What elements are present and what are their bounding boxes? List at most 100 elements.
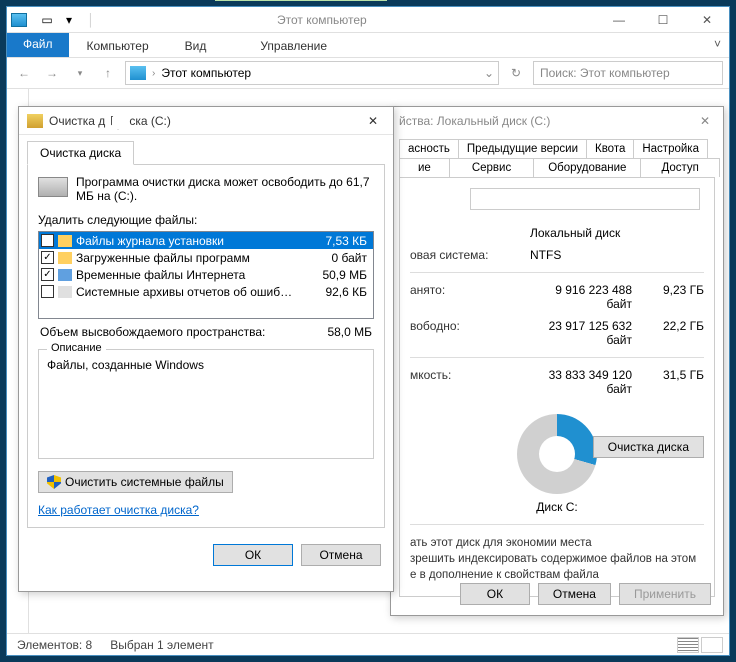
list-item[interactable]: ✓ Временные файлы Интернета 50,9 МБ bbox=[39, 266, 373, 283]
view-icons-button[interactable] bbox=[701, 637, 723, 653]
ok-button[interactable]: ОК bbox=[460, 583, 530, 605]
volume-name-input[interactable] bbox=[470, 188, 700, 210]
cap-bytes: 33 833 349 120 байт bbox=[530, 368, 644, 396]
shield-icon bbox=[47, 475, 61, 489]
quick-access-toolbar: ▭ ▾ │ bbox=[31, 10, 107, 30]
status-item-count: Элементов: 8 bbox=[17, 638, 92, 652]
fs-value: NTFS bbox=[530, 248, 704, 262]
list-item[interactable]: Файлы журнала установки 7,53 КБ bbox=[39, 232, 373, 249]
dialog-title: Очистка д ска (C:) ✕ bbox=[19, 107, 393, 135]
files-list[interactable]: Файлы журнала установки 7,53 КБ✓Загруженн… bbox=[38, 231, 374, 319]
checkbox[interactable]: ✓ bbox=[41, 251, 54, 264]
title-text-1: Очистка д bbox=[49, 114, 105, 128]
tab-file[interactable]: Файл bbox=[7, 33, 69, 57]
tab-cleanup[interactable]: Очистка диска bbox=[27, 141, 134, 165]
maximize-button[interactable]: ☐ bbox=[641, 7, 685, 33]
cursor-icon bbox=[111, 116, 123, 130]
clean-system-files-button[interactable]: Очистить системные файлы bbox=[38, 471, 233, 493]
search-input[interactable]: Поиск: Этот компьютер bbox=[533, 61, 723, 85]
fs-label: овая система: bbox=[410, 248, 530, 262]
breadcrumb[interactable]: Этот компьютер bbox=[161, 66, 251, 80]
drive-type: Локальный диск bbox=[530, 226, 704, 240]
view-details-button[interactable] bbox=[677, 637, 699, 653]
disk-cleanup-dialog: Очистка д ска (C:) ✕ Очистка диска Програ… bbox=[18, 106, 394, 592]
free-label: вободно: bbox=[410, 319, 530, 347]
ok-button[interactable]: ОК bbox=[213, 544, 293, 566]
minimize-button[interactable]: — bbox=[597, 7, 641, 33]
window-title: Этот компьютер bbox=[107, 13, 597, 27]
forward-button[interactable]: → bbox=[41, 62, 63, 84]
property-tabs: асность Предыдущие версии Квота Настройк… bbox=[391, 135, 723, 177]
file-name: Файлы журнала установки bbox=[76, 234, 307, 248]
qat-separator: │ bbox=[81, 10, 101, 30]
cap-gb: 31,5 ГБ bbox=[644, 368, 704, 396]
context-tab-group: Средства работы с дисками bbox=[215, 0, 387, 1]
tab-sharing[interactable]: Доступ bbox=[641, 158, 719, 177]
file-size: 50,9 МБ bbox=[311, 268, 371, 282]
description-group: Описание Файлы, созданные Windows bbox=[38, 349, 374, 459]
properties-dialog: йства: Локальный диск (C:) ✕ асность Пре… bbox=[390, 106, 724, 616]
disk-label: Диск C: bbox=[410, 500, 704, 514]
used-label: анято: bbox=[410, 283, 530, 311]
cancel-button[interactable]: Отмена bbox=[538, 583, 611, 605]
recent-dropdown[interactable]: ▾ bbox=[69, 62, 91, 84]
checkbox[interactable] bbox=[41, 234, 54, 247]
cancel-button[interactable]: Отмена bbox=[301, 544, 381, 566]
index-hint-2: е в дополнение к свойствам файла bbox=[410, 567, 704, 583]
cap-label: мкость: bbox=[410, 368, 530, 396]
file-icon bbox=[58, 252, 72, 264]
window-controls: — ☐ ✕ bbox=[597, 7, 729, 33]
file-icon bbox=[58, 235, 72, 247]
delete-files-label: Удалить следующие файлы: bbox=[38, 213, 374, 227]
list-item[interactable]: Системные архивы отчетов об ошиб…92,6 КБ bbox=[39, 283, 373, 300]
drive-icon bbox=[38, 177, 68, 197]
file-name: Временные файлы Интернета bbox=[76, 268, 307, 282]
tab-customize[interactable]: Настройка bbox=[634, 139, 708, 158]
up-button[interactable]: ↑ bbox=[97, 62, 119, 84]
tab-panel-general: Локальный диск овая система:NTFS анято:9… bbox=[399, 177, 715, 597]
total-value: 58,0 МБ bbox=[327, 325, 372, 339]
cleanup-icon bbox=[27, 114, 43, 128]
disk-cleanup-button[interactable]: Очистка диска bbox=[593, 436, 704, 458]
tab-computer[interactable]: Компьютер bbox=[69, 35, 167, 57]
how-it-works-link[interactable]: Как работает очистка диска? bbox=[38, 503, 199, 517]
tab-tools[interactable]: Сервис bbox=[450, 158, 534, 177]
tab-manage[interactable]: Управление bbox=[230, 35, 357, 57]
close-button[interactable]: ✕ bbox=[685, 7, 729, 33]
tab-prev-versions[interactable]: Предыдущие версии bbox=[459, 139, 587, 158]
tab-general[interactable]: ие bbox=[399, 158, 450, 177]
tab-view[interactable]: Вид bbox=[167, 35, 225, 57]
list-item[interactable]: ✓Загруженные файлы программ0 байт bbox=[39, 249, 373, 266]
total-label: Объем высвобождаемого пространства: bbox=[40, 325, 265, 339]
tab-quota[interactable]: Квота bbox=[587, 139, 634, 158]
compress-hint: ать этот диск для экономии места bbox=[410, 535, 704, 551]
qat-new-icon[interactable]: ▾ bbox=[59, 10, 79, 30]
description-label: Описание bbox=[47, 342, 106, 354]
close-button[interactable]: ✕ bbox=[693, 111, 717, 131]
context-tools-label: Средства работы с дисками bbox=[215, 0, 387, 1]
description-text: Файлы, созданные Windows bbox=[47, 358, 365, 372]
checkbox[interactable] bbox=[41, 285, 54, 298]
cleanup-panel: Программа очистки диска может освободить… bbox=[27, 164, 385, 528]
address-bar[interactable]: › Этот компьютер ⌄ bbox=[125, 61, 499, 85]
address-dropdown-icon[interactable]: ⌄ bbox=[484, 66, 494, 80]
usage-donut-chart bbox=[517, 414, 597, 494]
apply-button[interactable]: Применить bbox=[619, 583, 711, 605]
used-gb: 9,23 ГБ bbox=[644, 283, 704, 311]
title-text-2: ска (C:) bbox=[129, 114, 171, 128]
dialog-title: йства: Локальный диск (C:) bbox=[391, 107, 723, 135]
ribbon-collapse-icon[interactable]: ˅ bbox=[714, 37, 721, 51]
file-name: Системные архивы отчетов об ошиб… bbox=[76, 285, 307, 299]
checkbox[interactable]: ✓ bbox=[41, 268, 54, 281]
status-bar: Элементов: 8 Выбран 1 элемент bbox=[7, 633, 729, 655]
tab-hardware[interactable]: Оборудование bbox=[534, 158, 641, 177]
qat-properties-icon[interactable]: ▭ bbox=[37, 10, 57, 30]
close-button[interactable]: ✕ bbox=[361, 114, 385, 128]
tab-security[interactable]: асность bbox=[399, 139, 459, 158]
refresh-button[interactable]: ↻ bbox=[505, 62, 527, 84]
file-size: 7,53 КБ bbox=[311, 234, 371, 248]
file-icon bbox=[58, 286, 72, 298]
back-button[interactable]: ← bbox=[13, 62, 35, 84]
used-bytes: 9 916 223 488 байт bbox=[530, 283, 644, 311]
file-size: 0 байт bbox=[311, 251, 371, 265]
